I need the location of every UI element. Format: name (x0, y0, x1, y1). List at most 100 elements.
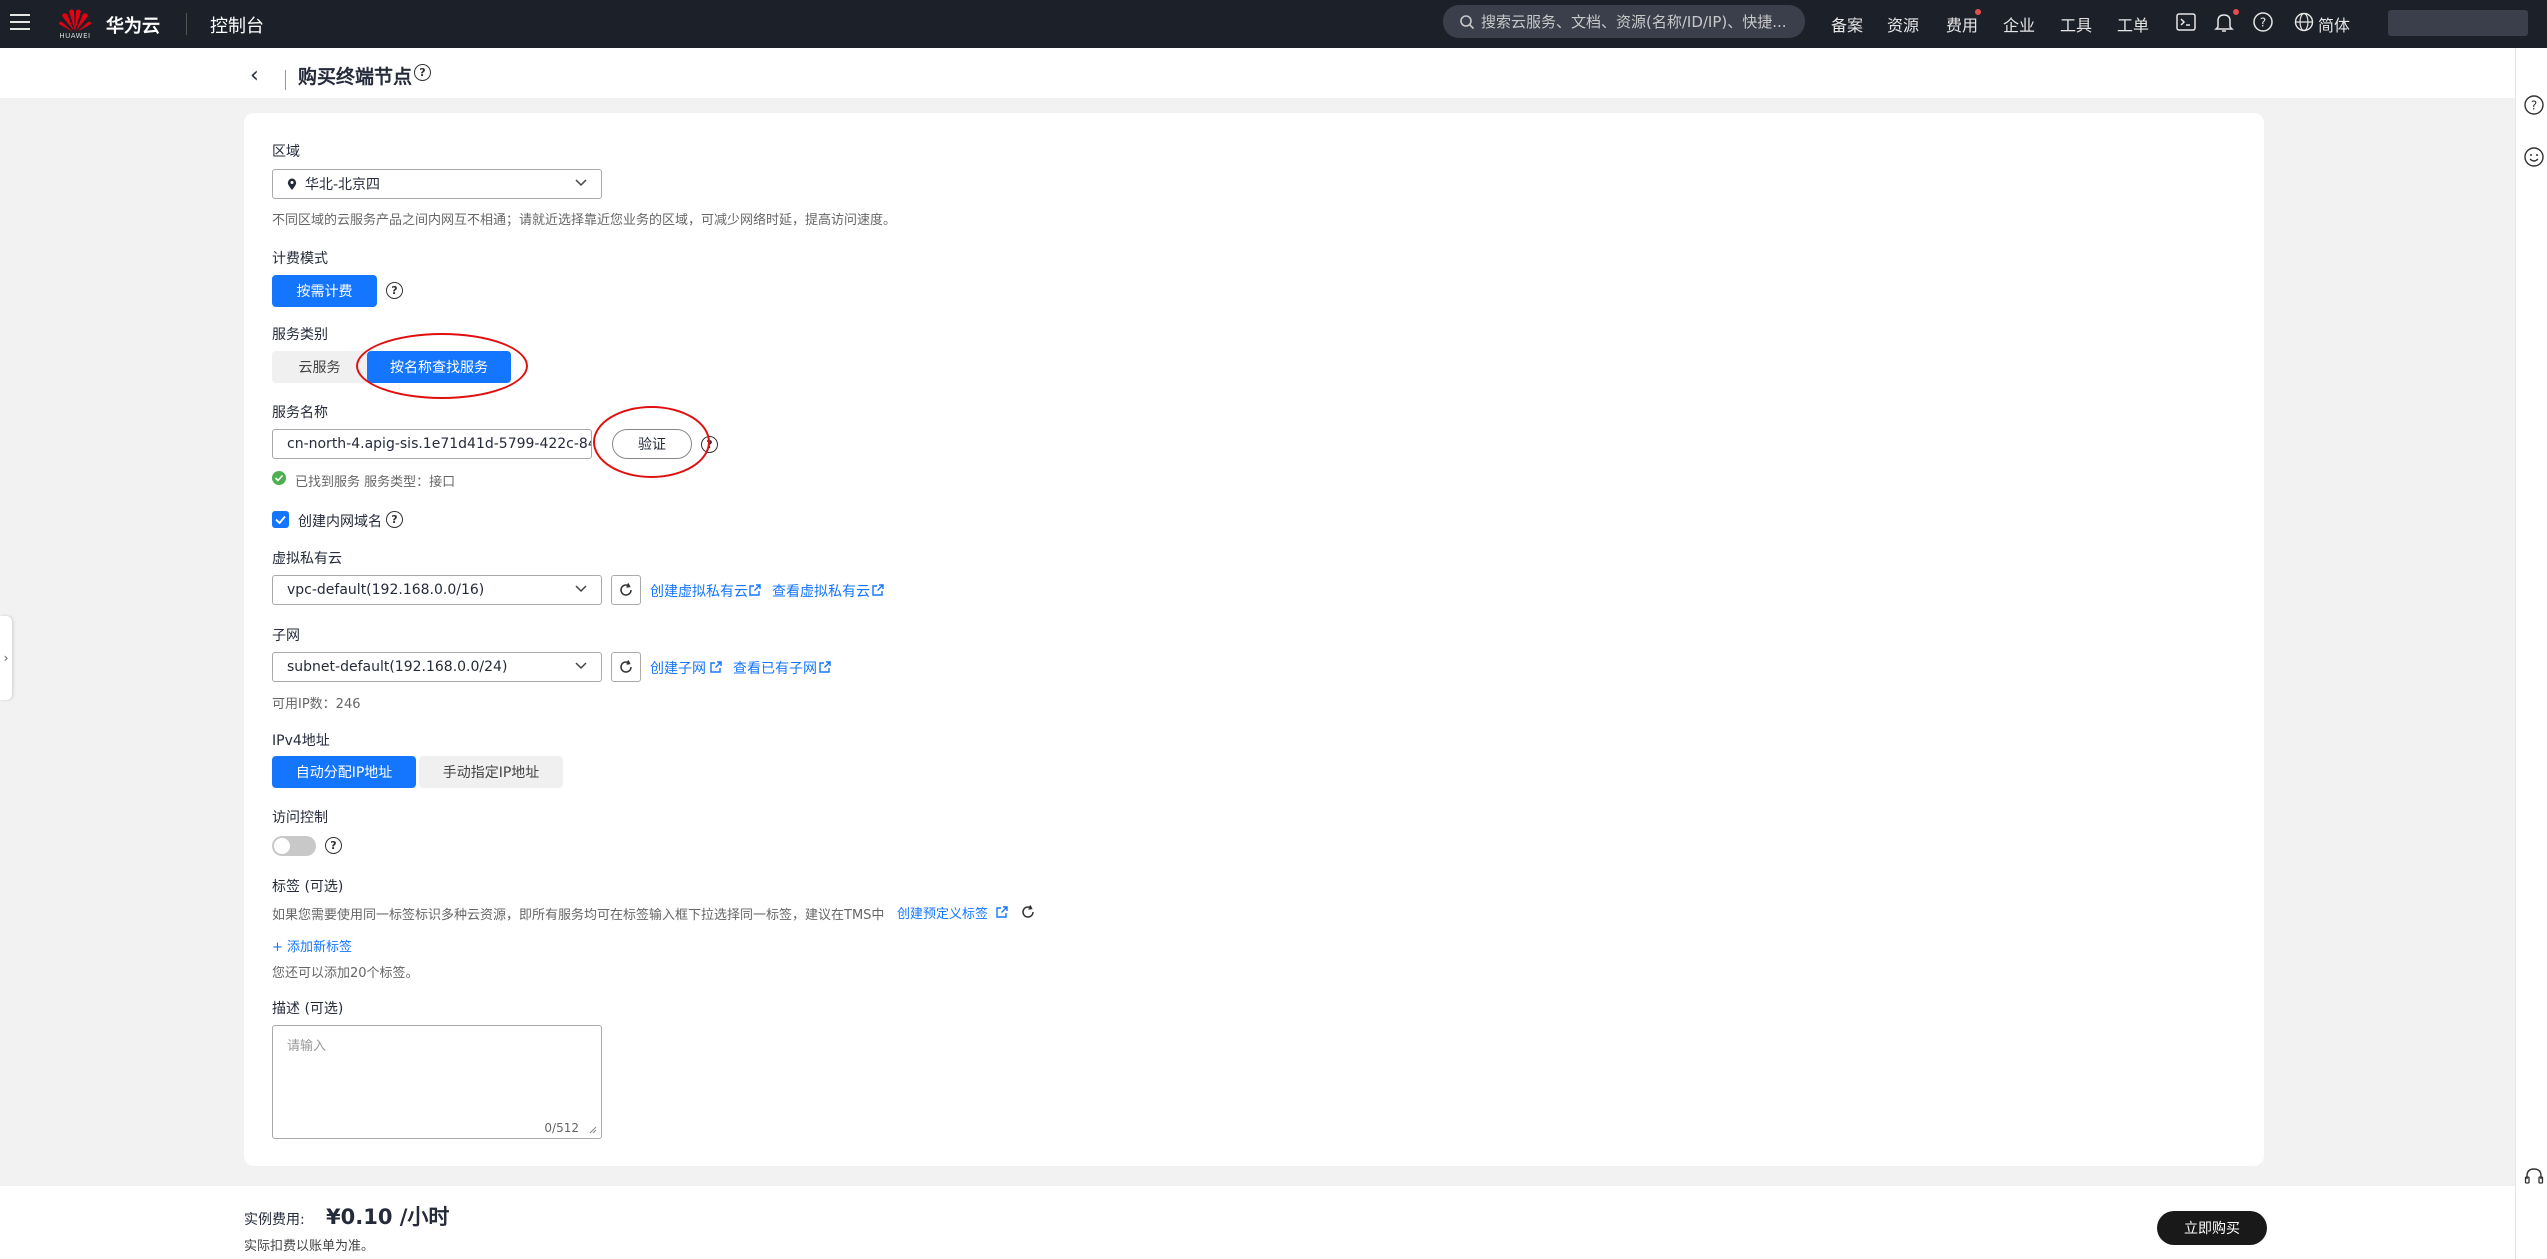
svg-text:?: ? (2260, 16, 2266, 30)
bell-icon[interactable] (2213, 11, 2235, 33)
vpc-select[interactable]: vpc-default(192.168.0.0/16) (272, 575, 602, 605)
page-title-bar: ‹ 购买终端节点 ? (0, 48, 2515, 98)
huawei-flower-icon (59, 9, 91, 32)
tags-hint: 如果您需要使用同一标签标识多种云资源，即所有服务均可在标签输入框下拉选择同一标签… (272, 908, 885, 923)
user-account[interactable] (2388, 10, 2528, 36)
highlight-ring (356, 333, 528, 399)
headset-icon[interactable] (2523, 1166, 2545, 1188)
vpc-value: vpc-default(192.168.0.0/16) (287, 582, 485, 598)
resize-handle-icon[interactable] (588, 1125, 597, 1134)
private-dns-help-icon[interactable]: ? (386, 511, 403, 528)
vpc-refresh-button[interactable] (611, 575, 641, 605)
tags-remaining: 您还可以添加20个标签。 (272, 966, 419, 981)
cloud-shell-icon[interactable] (2175, 11, 2197, 33)
private-dns-checkbox[interactable] (272, 511, 289, 528)
external-link-icon[interactable] (709, 660, 723, 674)
region-value: 华北-北京四 (305, 177, 381, 193)
external-link-icon[interactable] (748, 583, 762, 597)
subnet-select[interactable]: subnet-default(192.168.0.0/24) (272, 652, 602, 682)
external-link-icon[interactable] (995, 905, 1009, 919)
service-name-input[interactable]: cn-north-4.apig-sis.1e71d41d-5799-422c-8… (272, 429, 592, 459)
menu-icon[interactable] (10, 14, 30, 30)
view-subnet-link[interactable]: 查看已有子网 (733, 658, 817, 678)
search-placeholder: 搜索云服务、文档、资源(名称/ID/IP)、快捷... (1481, 13, 1787, 31)
notification-dot (2233, 9, 2239, 15)
help-icon[interactable]: ? (2523, 94, 2545, 116)
refresh-icon[interactable] (1020, 904, 1036, 920)
svg-text:?: ? (2531, 99, 2537, 113)
right-sidebar: ? (2515, 48, 2547, 1259)
toggle-knob (274, 838, 290, 854)
fee-value: ¥0.10 /小时 (326, 1205, 450, 1229)
available-ip-count: 可用IP数：246 (272, 697, 361, 712)
nav-tools[interactable]: 工具 (2060, 12, 2092, 36)
help-icon[interactable]: ? (2252, 11, 2274, 33)
create-predefined-tag-link[interactable]: 创建预定义标签 (897, 903, 988, 922)
location-pin-icon (287, 178, 297, 190)
ipv4-auto-button[interactable]: 自动分配IP地址 (272, 756, 416, 788)
add-tag-link[interactable]: + 添加新标签 (272, 936, 352, 955)
create-vpc-link[interactable]: 创建虚拟私有云 (650, 581, 748, 601)
service-type-cloud-button[interactable]: 云服务 (272, 351, 367, 383)
page-help-icon[interactable]: ? (414, 64, 431, 81)
form-card (244, 113, 2264, 1166)
success-check-icon (272, 471, 286, 485)
brand-name[interactable]: 华为云 (106, 12, 160, 38)
billing-notification-dot (1975, 9, 1981, 15)
subnet-refresh-button[interactable] (611, 652, 641, 682)
description-textarea[interactable]: 请输入 0/512 (272, 1025, 602, 1139)
billing-label: 计费模式 (272, 251, 328, 267)
nav-filing[interactable]: 备案 (1831, 12, 1863, 36)
refresh-icon (620, 660, 632, 673)
buy-now-button[interactable]: 立即购买 (2157, 1211, 2267, 1245)
nav-tickets[interactable]: 工单 (2117, 12, 2149, 36)
access-control-help-icon[interactable]: ? (325, 837, 342, 854)
fee-label: 实例费用: (244, 1212, 305, 1228)
region-select[interactable]: 华北-北京四 (272, 169, 602, 199)
service-type-label: 服务类别 (272, 327, 328, 343)
logo-text: HUAWEI (59, 32, 91, 40)
access-control-label: 访问控制 (272, 810, 328, 826)
highlight-ring (593, 406, 710, 478)
view-vpc-link[interactable]: 查看虚拟私有云 (772, 581, 870, 601)
global-search-input[interactable]: 搜索云服务、文档、资源(名称/ID/IP)、快捷... (1443, 5, 1805, 38)
top-navigation-bar: HUAWEI 华为云 控制台 搜索云服务、文档、资源(名称/ID/IP)、快捷.… (0, 0, 2547, 48)
chevron-down-icon (575, 662, 587, 670)
description-char-counter: 0/512 (544, 1121, 579, 1135)
title-divider (285, 70, 286, 90)
console-link[interactable]: 控制台 (210, 12, 264, 38)
huawei-logo[interactable]: HUAWEI (58, 7, 92, 40)
chevron-down-icon (575, 179, 587, 187)
external-link-icon[interactable] (818, 660, 832, 674)
billing-help-icon[interactable]: ? (386, 282, 403, 299)
region-label: 区域 (272, 144, 300, 160)
subnet-label: 子网 (272, 628, 300, 644)
vpc-label: 虚拟私有云 (272, 551, 342, 567)
expand-sidebar-tab[interactable]: › (0, 616, 12, 700)
feedback-smile-icon[interactable] (2523, 146, 2545, 168)
ipv4-manual-button[interactable]: 手动指定IP地址 (419, 756, 563, 788)
access-control-toggle[interactable] (272, 836, 316, 856)
checkmark-icon (275, 515, 286, 525)
globe-icon[interactable] (2293, 11, 2315, 33)
back-arrow-icon[interactable]: ‹ (250, 65, 259, 87)
nav-resources[interactable]: 资源 (1887, 12, 1919, 36)
nav-enterprise[interactable]: 企业 (2003, 12, 2035, 36)
tags-label: 标签 (可选) (272, 879, 344, 895)
search-icon (1460, 14, 1475, 29)
description-label: 描述 (可选) (272, 1001, 344, 1017)
language-switch[interactable]: 简体 (2318, 12, 2350, 36)
billing-on-demand-button[interactable]: 按需计费 (272, 275, 377, 307)
header-divider (186, 13, 187, 35)
order-footer: 实例费用: ¥0.10 /小时 实际扣费以账单为准。 (0, 1186, 2515, 1259)
service-name-value: cn-north-4.apig-sis.1e71d41d-5799-422c-8… (287, 436, 591, 452)
fee-note: 实际扣费以账单为准。 (244, 1239, 375, 1254)
create-subnet-link[interactable]: 创建子网 (650, 658, 706, 678)
external-link-icon[interactable] (871, 583, 885, 597)
refresh-icon (620, 583, 632, 596)
ipv4-label: IPv4地址 (272, 733, 330, 749)
service-name-label: 服务名称 (272, 405, 328, 421)
nav-billing[interactable]: 费用 (1946, 12, 1978, 36)
service-found-status: 已找到服务 服务类型：接口 (295, 475, 456, 490)
subnet-value: subnet-default(192.168.0.0/24) (287, 659, 508, 675)
